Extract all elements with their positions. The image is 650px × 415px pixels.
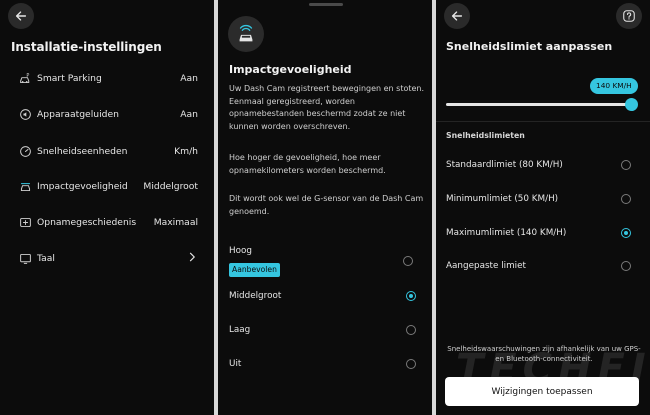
speaker-icon [18, 107, 32, 121]
recommended-badge: Aanbevolen [229, 263, 280, 277]
settings-item-value: Km/h [174, 145, 198, 157]
radio-uit[interactable] [406, 359, 416, 369]
limit-option-standard[interactable]: Standaardlimiet (80 KM/H) [446, 157, 631, 173]
settings-item-language[interactable]: Taal [18, 248, 198, 268]
option-hoog[interactable]: Hoog [229, 243, 416, 259]
settings-item-label: Opnamegeschiedenis [37, 216, 137, 228]
settings-item-value: Maximaal [153, 216, 198, 228]
radio-middelgroot[interactable] [406, 291, 416, 301]
radio-maximum[interactable] [621, 228, 631, 238]
settings-item-label: Snelheidseenheden [37, 145, 128, 157]
option-label: Laag [229, 325, 251, 335]
settings-item-recording-history[interactable]: Opnamegeschiedenis Maximaal [18, 212, 198, 232]
settings-item-speed-units[interactable]: Snelheidseenheden Km/h [18, 141, 198, 161]
radio-standard[interactable] [621, 160, 631, 170]
slider-value-bubble: 140 KM/H [590, 78, 638, 94]
page-title: Snelheidslimiet aanpassen [446, 40, 613, 53]
page-title: Installatie-instellingen [11, 40, 162, 54]
settings-item-label: Apparaatgeluiden [37, 108, 119, 120]
chevron-right-icon [186, 251, 198, 266]
settings-item-value: Aan [180, 108, 198, 120]
option-label: Minimumlimiet (50 KM/H) [446, 194, 559, 204]
settings-item-device-sounds[interactable]: Apparaatgeluiden Aan [18, 104, 198, 124]
arrow-left-icon [451, 11, 463, 21]
speed-slider-track[interactable] [446, 103, 632, 106]
description-paragraph: Uw Dash Cam registreert bewegingen en st… [229, 84, 425, 131]
settings-item-label: Taal [37, 252, 55, 264]
radio-hoog[interactable] [403, 256, 413, 266]
settings-panel: Installatie-instellingen P Smart Parking… [0, 0, 214, 415]
smart-parking-icon: P [18, 71, 32, 85]
limit-option-minimum[interactable]: Minimumlimiet (50 KM/H) [446, 191, 631, 207]
help-button[interactable] [616, 3, 642, 29]
sheet-title: Impactgevoeligheid [229, 63, 352, 76]
settings-item-value: Middelgroot [143, 180, 198, 192]
help-icon [623, 10, 635, 22]
option-label: Maximumlimiet (140 KM/H) [446, 228, 567, 238]
limit-option-custom[interactable]: Aangepaste limiet [446, 258, 631, 274]
description-paragraph: Dit wordt ook wel de G-sensor van de Das… [229, 194, 424, 216]
car-impact-icon [228, 16, 264, 52]
option-laag[interactable]: Laag [229, 322, 416, 338]
speedometer-icon [18, 144, 32, 158]
drag-handle[interactable] [309, 3, 343, 6]
divider [436, 121, 650, 122]
option-label: Aangepaste limiet [446, 261, 526, 271]
car-impact-icon [18, 179, 32, 193]
settings-item-label: Impactgevoeligheid [37, 180, 128, 192]
footnote: Snelheidswaarschuwingen zijn afhankelijk… [447, 345, 641, 363]
recording-history-icon [18, 215, 32, 229]
impact-sensitivity-sheet: Impactgevoeligheid Uw Dash Cam registree… [218, 0, 432, 415]
settings-item-smart-parking[interactable]: P Smart Parking Aan [18, 68, 198, 88]
settings-item-value: Aan [180, 72, 198, 84]
back-button[interactable] [444, 3, 470, 29]
radio-laag[interactable] [406, 325, 416, 335]
option-uit[interactable]: Uit [229, 356, 416, 372]
back-button[interactable] [8, 3, 34, 29]
option-label: Middelgroot [229, 291, 282, 301]
settings-item-impact-sensitivity[interactable]: Impactgevoeligheid Middelgroot [18, 176, 198, 196]
apply-changes-button[interactable]: Wijzigingen toepassen [445, 377, 639, 406]
settings-item-label: Smart Parking [37, 72, 102, 84]
option-label: Standaardlimiet (80 KM/H) [446, 160, 563, 170]
speed-limit-panel: Snelheidslimiet aanpassen 140 KM/H Snelh… [436, 0, 650, 415]
limit-option-maximum[interactable]: Maximumlimiet (140 KM/H) [446, 225, 631, 241]
arrow-left-icon [15, 11, 27, 21]
svg-text:P: P [26, 72, 29, 78]
speed-slider-handle[interactable] [625, 98, 638, 111]
option-label: Hoog [229, 246, 252, 256]
section-label: Snelheidslimieten [446, 131, 525, 140]
language-icon [18, 251, 32, 265]
description-paragraph: Hoe hoger de gevoeligheid, hoe meer opna… [229, 153, 386, 175]
radio-custom[interactable] [621, 261, 631, 271]
radio-minimum[interactable] [621, 194, 631, 204]
option-label: Uit [229, 359, 242, 369]
option-middelgroot[interactable]: Middelgroot [229, 288, 416, 304]
